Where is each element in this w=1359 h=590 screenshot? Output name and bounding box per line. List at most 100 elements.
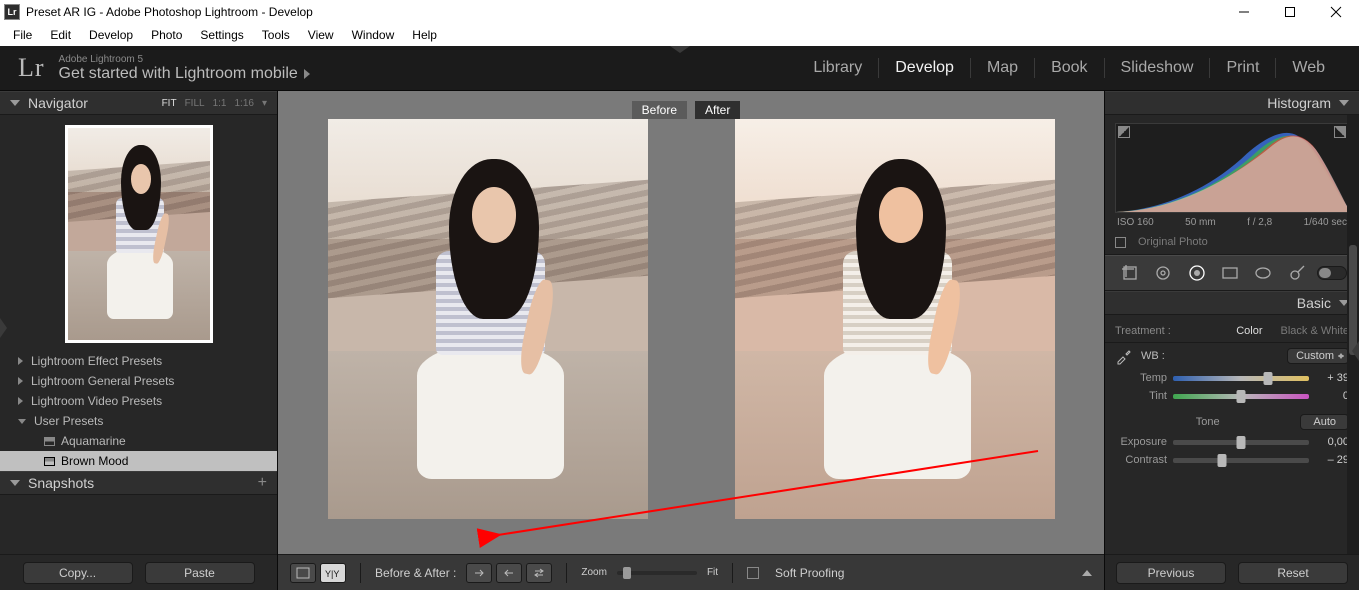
previous-button[interactable]: Previous: [1116, 562, 1226, 584]
navigator-thumbnail: [65, 125, 213, 343]
menu-settings[interactable]: Settings: [192, 26, 251, 44]
lightroom-mobile-cta[interactable]: Get started with Lightroom mobile: [59, 65, 310, 83]
right-panel-toggle-icon[interactable]: [1352, 341, 1359, 361]
menu-photo[interactable]: Photo: [143, 26, 190, 44]
original-photo-checkbox[interactable]: [1115, 237, 1126, 248]
menu-edit[interactable]: Edit: [42, 26, 79, 44]
zoom-ratio[interactable]: 1:16: [235, 98, 254, 109]
shadow-clipping-icon[interactable]: [1118, 126, 1130, 138]
snapshots-header[interactable]: Snapshots +: [0, 471, 277, 495]
copy-button[interactable]: Copy...: [23, 562, 133, 584]
module-slideshow[interactable]: Slideshow: [1105, 59, 1210, 77]
wb-select[interactable]: Custom: [1287, 348, 1349, 364]
tool-strip: [1105, 255, 1359, 291]
slider-knob-icon[interactable]: [623, 567, 631, 579]
histogram-header[interactable]: Histogram: [1105, 91, 1359, 115]
before-label: Before: [632, 101, 687, 119]
window-maximize-button[interactable]: [1267, 0, 1313, 24]
toolbar-options-button[interactable]: [1082, 570, 1092, 576]
menu-develop[interactable]: Develop: [81, 26, 141, 44]
preset-folder[interactable]: Lightroom Video Presets: [0, 391, 277, 411]
preset-folder-user[interactable]: User Presets: [0, 411, 277, 431]
module-print[interactable]: Print: [1210, 59, 1275, 77]
copy-before-to-after-button[interactable]: [466, 563, 492, 583]
right-scrollbar[interactable]: [1347, 115, 1359, 554]
menu-view[interactable]: View: [300, 26, 342, 44]
navigator-header[interactable]: Navigator FIT FILL 1:1 1:16 ▾: [0, 91, 277, 115]
radial-filter-tool-icon[interactable]: [1250, 260, 1276, 286]
wb-label: WB :: [1141, 350, 1165, 362]
original-photo-row[interactable]: Original Photo: [1105, 232, 1359, 255]
left-panel-toggle-icon[interactable]: [0, 318, 7, 338]
zoom-ratio-chevron-icon[interactable]: ▾: [262, 98, 267, 109]
copy-after-to-before-button[interactable]: [496, 563, 522, 583]
reset-button[interactable]: Reset: [1238, 562, 1348, 584]
exposure-slider[interactable]: [1173, 440, 1309, 445]
tint-value[interactable]: 0: [1315, 390, 1349, 402]
zoom-label: Zoom: [581, 568, 607, 578]
window-minimize-button[interactable]: [1221, 0, 1267, 24]
svg-text:Y|Y: Y|Y: [325, 569, 339, 579]
contrast-slider[interactable]: [1173, 458, 1309, 463]
redeye-tool-icon[interactable]: [1184, 260, 1210, 286]
histogram-graph[interactable]: [1115, 123, 1349, 213]
tint-label: Tint: [1115, 390, 1167, 402]
temp-slider[interactable]: [1173, 376, 1309, 381]
scrollbar-thumb[interactable]: [1349, 245, 1357, 355]
menu-tools[interactable]: Tools: [254, 26, 298, 44]
module-book[interactable]: Book: [1035, 59, 1103, 77]
right-panel-footer: Previous Reset: [1105, 554, 1359, 590]
menu-window[interactable]: Window: [344, 26, 403, 44]
zoom-fit[interactable]: FIT: [162, 98, 177, 109]
exposure-value[interactable]: 0,00: [1315, 436, 1349, 448]
module-web[interactable]: Web: [1276, 59, 1341, 77]
tint-slider[interactable]: [1173, 394, 1309, 399]
soft-proofing-checkbox[interactable]: [747, 567, 759, 579]
slider-knob-icon[interactable]: [1264, 372, 1273, 385]
panel-switch[interactable]: [1317, 266, 1347, 280]
after-pane[interactable]: After: [695, 101, 1094, 548]
highlight-clipping-icon[interactable]: [1334, 126, 1346, 138]
slider-knob-icon[interactable]: [1217, 454, 1226, 467]
loupe-view-button[interactable]: [290, 563, 316, 583]
module-map[interactable]: Map: [971, 59, 1034, 77]
menu-file[interactable]: File: [5, 26, 40, 44]
contrast-value[interactable]: – 29: [1315, 454, 1349, 466]
before-after-view-button[interactable]: Y|Y: [320, 563, 346, 583]
preset-folder[interactable]: Lightroom General Presets: [0, 371, 277, 391]
menu-help[interactable]: Help: [404, 26, 445, 44]
adjustment-brush-tool-icon[interactable]: [1284, 260, 1310, 286]
treatment-bw[interactable]: Black & White: [1281, 325, 1349, 337]
slider-knob-icon[interactable]: [1237, 436, 1246, 449]
zoom-fill[interactable]: FILL: [185, 98, 205, 109]
zoom-slider[interactable]: [617, 571, 697, 575]
preset-folder[interactable]: Lightroom Effect Presets: [0, 351, 277, 371]
navigator-preview[interactable]: [0, 115, 277, 351]
chevron-right-icon: [304, 69, 310, 79]
center-area: Before After: [278, 91, 1104, 590]
paste-button[interactable]: Paste: [145, 562, 255, 584]
temp-value[interactable]: + 39: [1315, 372, 1349, 384]
eyedropper-icon[interactable]: [1115, 347, 1133, 365]
treatment-color[interactable]: Color: [1236, 325, 1262, 337]
slider-knob-icon[interactable]: [1237, 390, 1246, 403]
exif-iso: ISO 160: [1117, 217, 1154, 228]
crop-tool-icon[interactable]: [1117, 260, 1143, 286]
preset-item-aquamarine[interactable]: Aquamarine: [0, 431, 277, 451]
top-panel-toggle-icon[interactable]: [670, 46, 690, 53]
before-pane[interactable]: Before: [288, 101, 687, 548]
auto-tone-button[interactable]: Auto: [1300, 414, 1349, 430]
basic-header[interactable]: Basic: [1105, 291, 1359, 315]
preset-folder-label: Lightroom General Presets: [31, 374, 174, 388]
left-panel-body: [0, 495, 277, 554]
preset-item-brown-mood[interactable]: Brown Mood: [0, 451, 277, 471]
module-develop[interactable]: Develop: [879, 59, 970, 77]
chevron-down-icon: [18, 419, 26, 424]
graduated-filter-tool-icon[interactable]: [1217, 260, 1243, 286]
module-library[interactable]: Library: [797, 59, 878, 77]
add-snapshot-button[interactable]: +: [258, 474, 267, 492]
zoom-1-1[interactable]: 1:1: [213, 98, 227, 109]
spot-removal-tool-icon[interactable]: [1150, 260, 1176, 286]
window-close-button[interactable]: [1313, 0, 1359, 24]
swap-before-after-button[interactable]: [526, 563, 552, 583]
